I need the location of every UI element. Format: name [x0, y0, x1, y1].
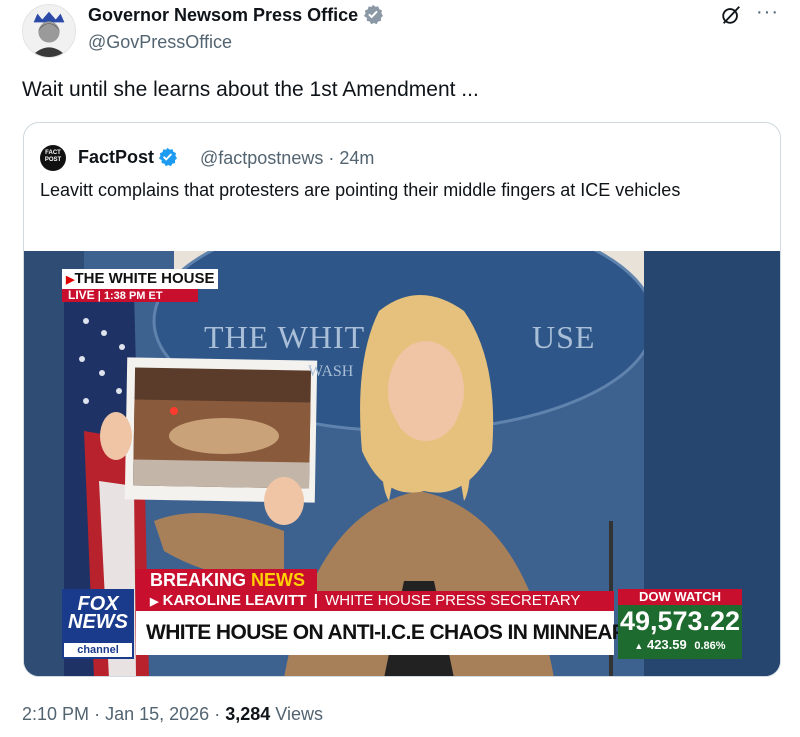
views-count: 3,284: [225, 704, 271, 724]
seal-text-right: USE: [532, 319, 596, 355]
seal-text-left: THE WHIT: [204, 319, 366, 355]
live-bug-time: LIVE | 1:38 PM ET: [62, 289, 198, 302]
dot-separator: ·: [328, 148, 335, 168]
tweet-timestamp: 2:10 PM · Jan 15, 2026 · 3,284 Views: [22, 704, 323, 725]
dow-change-value: 423.59: [646, 637, 687, 652]
up-arrow-icon: ▲: [634, 641, 644, 651]
author-name-text[interactable]: Governor Newsom Press Office: [88, 5, 358, 25]
verified-badge-icon: [364, 4, 384, 24]
podium-seal-text-right: USE: [532, 319, 595, 356]
chyron-headline: WHITE HOUSE ON ANTI-I.C.E CHAOS IN MINNE…: [136, 611, 672, 655]
dow-watch-ticker: DOW WATCH 49,573.22 ▲ 423.59 0.86%: [618, 589, 742, 659]
speaker-role: WHITE HOUSE PRESS SECRETARY: [325, 592, 581, 609]
fox-logo-channel: channel: [64, 643, 132, 657]
seal-subtext: WASH: [308, 363, 354, 380]
grok-icon[interactable]: [720, 4, 742, 26]
fox-logo-line2: NEWS: [68, 611, 128, 633]
dow-change: ▲ 423.59 0.86%: [618, 637, 742, 654]
live-bug-title-text: THE WHITE HOUSE: [74, 270, 215, 287]
quoted-tweet-age[interactable]: 24m: [339, 148, 374, 168]
triangle-icon: ▶: [150, 596, 159, 608]
breaking-news-banner: BREAKING NEWS: [136, 569, 318, 591]
tweet-time[interactable]: 2:10 PM: [22, 704, 89, 724]
factpost-logo[interactable]: FACT POST: [40, 145, 66, 171]
news-label: NEWS: [251, 570, 306, 590]
fox-news-channel-logo: FOX NEWS channel: [62, 589, 134, 659]
white-house-live-bug-overlay: ▶THE WHITE HOUSE LIVE | 1:38 PM ET: [62, 269, 219, 302]
quoted-author-handle[interactable]: @factpostnews: [200, 148, 323, 168]
author-avatar[interactable]: [22, 4, 76, 58]
speaker-chyron: ▶ KAROLINE LEAVITT | WHITE HOUSE PRESS S…: [136, 591, 614, 611]
quoted-author-name-text[interactable]: FactPost: [78, 147, 154, 167]
quoted-author-name[interactable]: FactPost: [78, 147, 178, 168]
speaker-name: KAROLINE LEAVITT: [162, 592, 307, 609]
dot-separator: ·: [94, 704, 101, 724]
live-bug-title: ▶THE WHITE HOUSE: [62, 269, 219, 289]
dow-watch-label: DOW WATCH: [618, 589, 742, 605]
quoted-tweet-card[interactable]: FACT POST FactPost @factpostnews · 24m L…: [23, 122, 781, 677]
live-time: 1:38 PM ET: [103, 290, 163, 302]
tweet-date[interactable]: Jan 15, 2026: [105, 704, 209, 724]
author-name[interactable]: Governor Newsom Press Office: [88, 4, 384, 26]
avatar-portrait-image: [23, 5, 75, 57]
views-label: Views: [275, 704, 323, 724]
dow-value: 49,573.22: [619, 606, 741, 636]
breaking-label: BREAKING: [150, 570, 252, 590]
dot-separator: ·: [214, 704, 221, 724]
verified-badge-icon: [158, 147, 178, 166]
podium-seal-text: THE WHIT: [204, 319, 365, 356]
tweet-text: Wait until she learns about the 1st Amen…: [22, 78, 479, 101]
pipe-separator: |: [313, 592, 318, 609]
author-handle[interactable]: @GovPressOffice: [88, 32, 232, 53]
podium-seal-subtext: WASH: [308, 363, 353, 381]
quoted-tweet-text: Leavitt complains that protesters are po…: [40, 180, 681, 200]
live-label: LIVE: [68, 288, 95, 302]
more-options-icon[interactable]: ···: [756, 2, 779, 22]
quoted-handle-time[interactable]: @factpostnews · 24m: [200, 148, 374, 169]
dow-change-percent: 0.86%: [694, 640, 726, 652]
